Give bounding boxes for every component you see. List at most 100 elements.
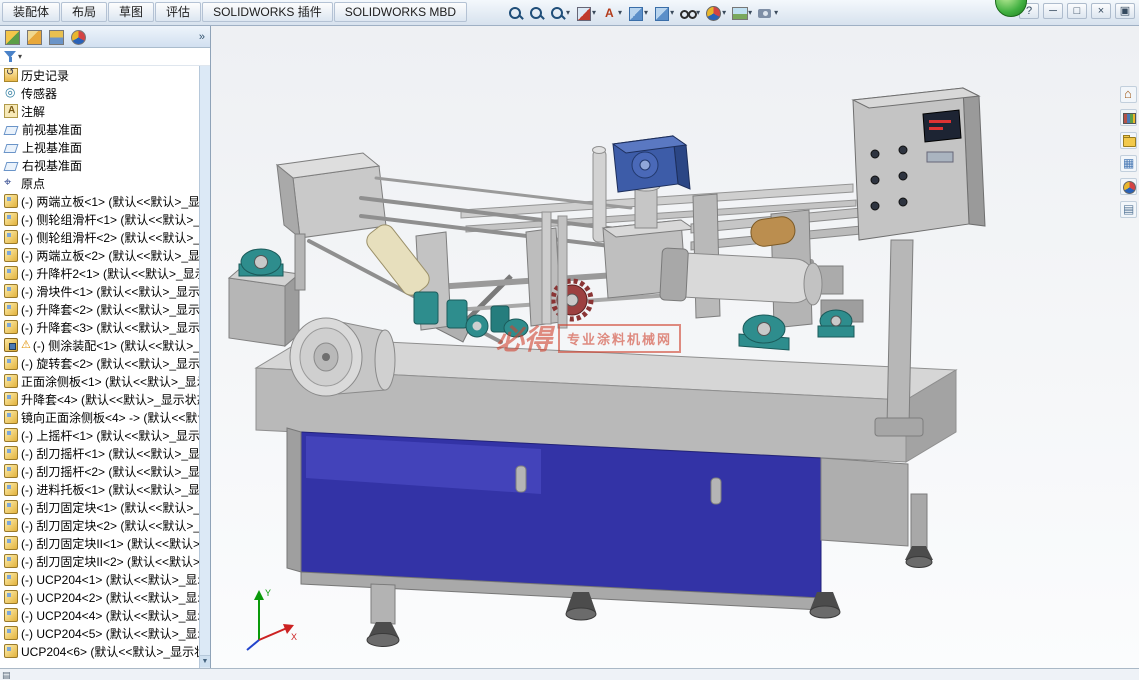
tree-item-label: 镜向正面涂侧板<4> -> (默认<<默认>_显示状态 1>) — [21, 409, 199, 426]
configurationmanager-tab-icon[interactable] — [47, 28, 65, 46]
tree-scrollbar[interactable]: ▼ — [199, 66, 210, 668]
menu-tab-3[interactable]: 草图 — [108, 2, 154, 22]
custom-properties-icon[interactable] — [1120, 201, 1137, 218]
tree-item[interactable]: (-) 侧轮组滑杆<1> (默认<<默认>_显示状态 1>) — [0, 210, 199, 228]
tree-item[interactable]: (-) 升降套<2> (默认<<默认>_显示状态 1>) — [0, 300, 199, 318]
appearances-scenes-icon[interactable] — [1120, 178, 1137, 195]
tree-item[interactable]: 传感器 — [0, 84, 199, 102]
tree-item[interactable]: 原点 — [0, 174, 199, 192]
tree-item[interactable]: 升降套<4> (默认<<默认>_显示状态 1>) — [0, 390, 199, 408]
part-icon — [4, 590, 18, 604]
apply-scene-button[interactable]: ▾ — [729, 2, 754, 23]
zoom-area-button[interactable] — [526, 2, 546, 23]
tree-item[interactable]: (-) 刮刀固定块<1> (默认<<默认>_显示状态 1>) — [0, 498, 199, 516]
part-icon — [4, 374, 18, 388]
tree-item[interactable]: (-) 刮刀固定块II<1> (默认<<默认>_显示状态 1>) — [0, 534, 199, 552]
scroll-down-button[interactable]: ▼ — [200, 655, 210, 667]
filter-funnel-icon[interactable] — [4, 50, 17, 63]
section-view-button[interactable]: ▾ — [573, 2, 598, 23]
model-base-cabinet[interactable] — [287, 428, 933, 647]
model-left-pedestal[interactable] — [229, 249, 299, 346]
tree-item[interactable]: 镜向正面涂侧板<4> -> (默认<<默认>_显示状态 1>) — [0, 408, 199, 426]
menu-tab-2[interactable]: 布局 — [61, 2, 107, 22]
tree-item[interactable]: (-) 两端立板<2> (默认<<默认>_显示状态 1>) — [0, 246, 199, 264]
tree-item[interactable]: (-) 升降套<3> (默认<<默认>_显示状态 1>) — [0, 318, 199, 336]
zoom-fit-button[interactable] — [505, 2, 525, 23]
tree-item[interactable]: 上视基准面 — [0, 138, 199, 156]
part-icon — [4, 302, 18, 316]
panel-overflow-chevron-icon[interactable]: » — [199, 31, 207, 43]
tree-item-label: 注解 — [21, 103, 45, 120]
tree-filter-row[interactable]: ▾ — [0, 48, 210, 66]
menu-tab-4[interactable]: 评估 — [155, 2, 201, 22]
featuremanager-tab-icon[interactable] — [3, 28, 21, 46]
tree-item[interactable]: (-) 侧轮组滑杆<2> (默认<<默认>_显示状态 1>) — [0, 228, 199, 246]
display-style-icon — [653, 5, 669, 21]
tree-item[interactable]: (-) 刮刀固定块<2> (默认<<默认>_显示状态 1>) — [0, 516, 199, 534]
tree-item[interactable]: (-) 升降杆2<1> (默认<<默认>_显示状态 1>) — [0, 264, 199, 282]
menu-tab-1[interactable]: 装配体 — [2, 2, 60, 22]
tree-item[interactable]: (-) 刮刀摇杆<1> (默认<<默认>_显示状态 1>) — [0, 444, 199, 462]
tree-item[interactable]: 历史记录 — [0, 66, 199, 84]
tree-item[interactable]: (-) 滑块件<1> (默认<<默认>_显示状态 1>) — [0, 282, 199, 300]
tree-item[interactable]: (-) 刮刀摇杆<2> (默认<<默认>_显示状态 1>) — [0, 462, 199, 480]
menu-tab-6[interactable]: SOLIDWORKS MBD — [334, 2, 467, 22]
tree-item[interactable]: 注解 — [0, 102, 199, 120]
tree-item[interactable]: (-) UCP204<4> (默认<<默认>_显示状态 1>) — [0, 606, 199, 624]
tree-item[interactable]: (-) UCP204<5> (默认<<默认>_显示状态 1>) — [0, 624, 199, 642]
minimize-button[interactable]: ─ — [1043, 3, 1063, 19]
dropdown-arrow-icon[interactable]: ▾ — [566, 8, 570, 17]
edit-appearance-button[interactable]: ▾ — [703, 2, 728, 23]
dropdown-arrow-icon[interactable]: ▾ — [644, 8, 648, 17]
filter-dropdown-icon[interactable]: ▾ — [18, 52, 22, 61]
zoom-area-icon — [528, 5, 544, 21]
close-button[interactable]: × — [1091, 3, 1111, 19]
document-window-button[interactable]: ▣ — [1115, 3, 1135, 19]
task-pane-strip — [1120, 86, 1138, 218]
tree-item[interactable]: 正面涂侧板<1> (默认<<默认>_显示状态 1>) — [0, 372, 199, 390]
design-library-icon[interactable] — [1120, 109, 1137, 126]
tree-item[interactable]: 前视基准面 — [0, 120, 199, 138]
headsup-toolbar: ▾▾▾▾▾▾▾▾▾ — [505, 2, 780, 23]
dropdown-arrow-icon[interactable]: ▾ — [670, 8, 674, 17]
tree-item[interactable]: (-) 进料托板<1> (默认<<默认>_显示状态 1>) — [0, 480, 199, 498]
view-orientation-button[interactable]: ▾ — [625, 2, 650, 23]
part-icon — [4, 356, 18, 370]
solidworks-resources-icon[interactable] — [1120, 86, 1137, 103]
tree-item-label: (-) 侧轮组滑杆<2> (默认<<默认>_显示状态 1>) — [21, 229, 199, 246]
dropdown-arrow-icon[interactable]: ▾ — [618, 8, 622, 17]
assembly-3d-model[interactable] — [211, 26, 1139, 668]
tree-item[interactable]: UCP204<6> (默认<<默认>_显示状态 1>) — [0, 642, 199, 660]
part-icon — [4, 644, 18, 658]
dropdown-arrow-icon[interactable]: ▾ — [748, 8, 752, 17]
propertymanager-tab-icon[interactable] — [25, 28, 43, 46]
model-left-drum[interactable] — [290, 318, 395, 396]
previous-view-button[interactable]: ▾ — [547, 2, 572, 23]
displaymanager-tab-icon[interactable] — [69, 28, 87, 46]
hide-show-items-button[interactable]: ▾ — [677, 2, 702, 23]
view-settings-button[interactable]: ▾ — [755, 2, 780, 23]
zoom-fit-icon — [507, 5, 523, 21]
menu-tab-5[interactable]: SOLIDWORKS 插件 — [202, 2, 333, 22]
tree-item[interactable]: (-) 旋转套<2> (默认<<默认>_显示状态 1>) — [0, 354, 199, 372]
tree-item[interactable]: (-) 上摇杆<1> (默认<<默认>_显示状态 1>) — [0, 426, 199, 444]
display-style-button[interactable]: ▾ — [651, 2, 676, 23]
tree-item-label: (-) 升降套<2> (默认<<默认>_显示状态 1>) — [21, 301, 199, 318]
tree-item[interactable]: ⚠(-) 侧涂装配<1> (默认<<默认>_显示状态 1>) — [0, 336, 199, 354]
graphics-viewport[interactable]: 必得 专业涂料机械网 X Y — [211, 26, 1139, 668]
tree-item[interactable]: (-) UCP204<2> (默认<<默认>_显示状态 1>) — [0, 588, 199, 606]
tree-item[interactable]: 右视基准面 — [0, 156, 199, 174]
dropdown-arrow-icon[interactable]: ▾ — [774, 8, 778, 17]
tree-item[interactable]: (-) 刮刀固定块II<2> (默认<<默认>_显示状态 1>) — [0, 552, 199, 570]
tree-item-label: (-) 滑块件<1> (默认<<默认>_显示状态 1>) — [21, 283, 199, 300]
warning-icon: ⚠ — [21, 338, 31, 352]
restore-button[interactable]: □ — [1067, 3, 1087, 19]
tree-item[interactable]: (-) 两端立板<1> (默认<<默认>_显示状态 1>) — [0, 192, 199, 210]
dropdown-arrow-icon[interactable]: ▾ — [722, 8, 726, 17]
model-right-cylinder[interactable] — [660, 248, 854, 350]
dynamic-annotation-views-button[interactable]: ▾ — [599, 2, 624, 23]
dropdown-arrow-icon[interactable]: ▾ — [592, 8, 596, 17]
file-explorer-icon[interactable] — [1120, 132, 1137, 149]
view-palette-icon[interactable] — [1120, 155, 1137, 172]
tree-item[interactable]: (-) UCP204<1> (默认<<默认>_显示状态 1>) — [0, 570, 199, 588]
